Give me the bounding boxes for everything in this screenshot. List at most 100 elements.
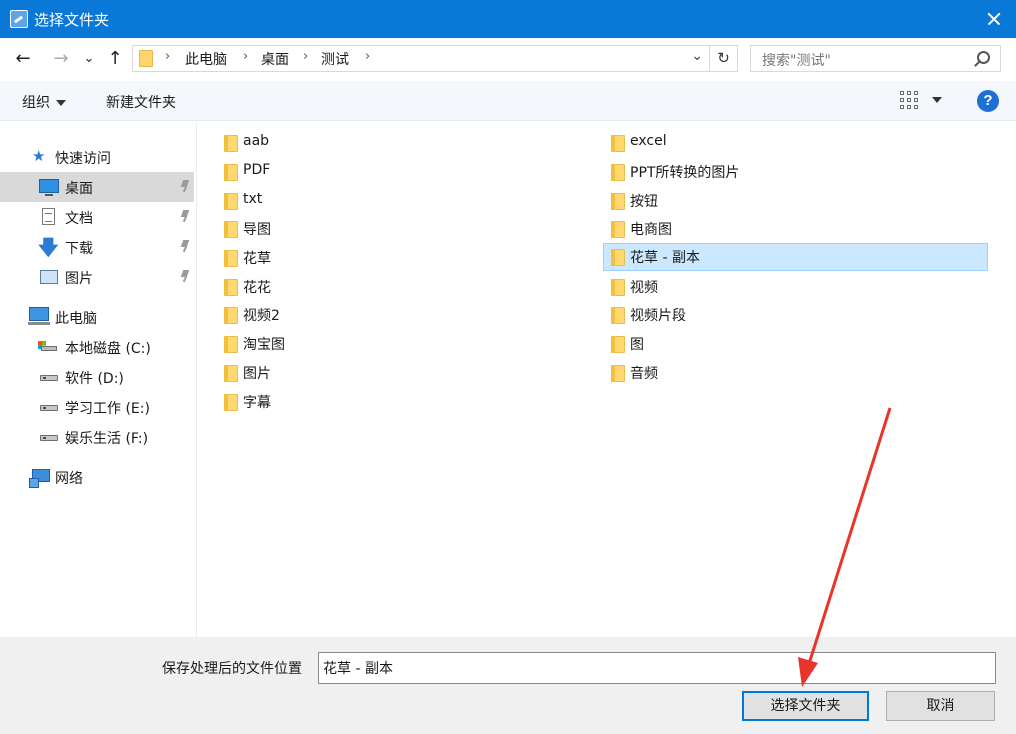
breadcrumb-test[interactable]: 测试 xyxy=(321,49,349,69)
sidebar-item-drive-e[interactable]: 学习工作 (E:) xyxy=(0,392,194,422)
navigation-pane: ★ 快速访问 桌面 文档 🡇 下载 图片 此电脑 本地磁盘 (C:) 软件 (D… xyxy=(0,122,197,637)
folder-icon xyxy=(224,250,238,267)
folder-item[interactable]: aab xyxy=(223,129,383,156)
close-icon[interactable] xyxy=(970,0,1016,38)
chevron-right-icon[interactable]: › xyxy=(243,49,248,64)
folder-icon xyxy=(611,336,625,353)
folder-item[interactable]: 字幕 xyxy=(223,388,383,415)
search-box[interactable]: 搜索"测试" xyxy=(750,45,1001,72)
folder-item[interactable]: 图 xyxy=(610,330,830,357)
breadcrumb-desktop[interactable]: 桌面 xyxy=(261,49,289,69)
sidebar-item-drive-c[interactable]: 本地磁盘 (C:) xyxy=(0,332,194,362)
computer-icon xyxy=(28,307,50,325)
folder-name: 字幕 xyxy=(243,395,271,411)
folder-name: txt xyxy=(243,191,263,207)
command-bar: 组织 新建文件夹 ? xyxy=(0,81,1016,121)
sidebar-label: 快速访问 xyxy=(55,151,111,167)
folder-item[interactable]: 按钮 xyxy=(610,187,830,214)
chevron-right-icon: › xyxy=(165,49,171,64)
pictures-icon xyxy=(40,270,58,284)
folder-name: aab xyxy=(243,133,270,149)
breadcrumb-this-pc[interactable]: 此电脑 xyxy=(185,49,227,69)
folder-item[interactable]: PPT所转换的图片 xyxy=(610,158,830,185)
sidebar-label: 学习工作 (E:) xyxy=(65,401,150,417)
network-icon xyxy=(29,469,50,488)
sidebar-item-this-pc[interactable]: 此电脑 xyxy=(0,302,194,332)
folder-name: PDF xyxy=(243,162,271,178)
pin-icon[interactable] xyxy=(180,180,190,192)
sidebar-label: 此电脑 xyxy=(55,311,97,327)
folder-item[interactable]: 音频 xyxy=(610,359,830,386)
sidebar-item-downloads[interactable]: 🡇 下载 xyxy=(0,232,194,262)
folder-item[interactable]: 导图 xyxy=(223,215,383,242)
folder-item[interactable]: 淘宝图 xyxy=(223,330,383,357)
chevron-right-icon[interactable]: › xyxy=(303,49,308,64)
folder-icon xyxy=(224,394,238,411)
organize-button[interactable]: 组织 xyxy=(22,92,66,112)
view-dropdown-icon[interactable] xyxy=(932,97,942,103)
cancel-button[interactable]: 取消 xyxy=(886,691,995,721)
folder-name: 图片 xyxy=(243,366,271,382)
folder-item[interactable]: excel xyxy=(610,129,830,156)
folder-name: 淘宝图 xyxy=(243,337,285,353)
pin-icon[interactable] xyxy=(180,270,190,282)
folder-item[interactable]: 视频片段 xyxy=(610,301,830,328)
sidebar-item-drive-d[interactable]: 软件 (D:) xyxy=(0,362,194,392)
sidebar-item-drive-f[interactable]: 娱乐生活 (F:) xyxy=(0,422,194,452)
folder-icon xyxy=(611,249,625,266)
folder-icon xyxy=(224,164,238,181)
chevron-down-icon[interactable]: ⌄ xyxy=(691,48,703,64)
folder-item[interactable]: 视频2 xyxy=(223,301,383,328)
folder-name: excel xyxy=(630,133,667,149)
folder-icon xyxy=(224,365,238,382)
folder-name: 花草 - 副本 xyxy=(630,250,700,266)
sidebar-label: 桌面 xyxy=(65,181,93,197)
folder-icon xyxy=(224,221,238,238)
sidebar-label: 图片 xyxy=(65,271,93,287)
folder-item[interactable]: 图片 xyxy=(223,359,383,386)
folder-item[interactable]: 视频 xyxy=(610,273,830,300)
folder-item[interactable]: PDF xyxy=(223,158,383,185)
folder-name: 视频片段 xyxy=(630,308,686,324)
sidebar-item-desktop[interactable]: 桌面 xyxy=(0,172,194,202)
footer-panel: 保存处理后的文件位置 花草 - 副本 选择文件夹 取消 xyxy=(0,637,1016,734)
title-bar: 选择文件夹 xyxy=(0,0,1016,38)
folder-icon xyxy=(611,221,625,238)
folder-item[interactable]: txt xyxy=(223,187,383,214)
back-button[interactable]: ← xyxy=(12,48,34,70)
star-icon: ★ xyxy=(32,147,46,165)
folder-icon xyxy=(611,193,625,210)
refresh-icon[interactable]: ↻ xyxy=(709,46,737,71)
forward-button[interactable]: → xyxy=(50,48,72,70)
up-button[interactable]: ↑ xyxy=(104,48,126,70)
sidebar-item-quick-access[interactable]: ★ 快速访问 xyxy=(0,142,194,172)
recent-locations-button[interactable]: ⌄ xyxy=(82,48,96,70)
folder-item-selected[interactable]: 花草 - 副本 xyxy=(603,243,988,271)
folder-name: 按钮 xyxy=(630,194,658,210)
location-label: 保存处理后的文件位置 xyxy=(162,661,302,677)
view-options-icon[interactable] xyxy=(900,91,918,109)
chevron-right-icon[interactable]: › xyxy=(365,49,370,64)
folder-icon xyxy=(611,365,625,382)
drive-icon xyxy=(40,435,58,441)
desktop-icon xyxy=(39,179,59,196)
pin-icon[interactable] xyxy=(180,210,190,222)
system-drive-icon xyxy=(38,341,57,351)
folder-item[interactable]: 电商图 xyxy=(610,215,830,242)
folder-name: 图 xyxy=(630,337,644,353)
location-field[interactable]: 花草 - 副本 xyxy=(318,652,996,684)
search-icon[interactable] xyxy=(977,51,990,64)
address-bar[interactable]: › 此电脑 › 桌面 › 测试 › ⌄ ↻ xyxy=(132,45,738,72)
pin-icon[interactable] xyxy=(180,240,190,252)
help-icon[interactable]: ? xyxy=(977,90,999,112)
sidebar-item-documents[interactable]: 文档 xyxy=(0,202,194,232)
new-folder-button[interactable]: 新建文件夹 xyxy=(106,92,176,112)
folder-name: 音频 xyxy=(630,366,658,382)
organize-label: 组织 xyxy=(22,95,50,111)
search-input[interactable]: 搜索"测试" xyxy=(762,50,831,70)
sidebar-item-network[interactable]: 网络 xyxy=(0,462,194,492)
folder-item[interactable]: 花花 xyxy=(223,273,383,300)
folder-item[interactable]: 花草 xyxy=(223,244,383,271)
select-folder-button[interactable]: 选择文件夹 xyxy=(742,691,869,721)
sidebar-item-pictures[interactable]: 图片 xyxy=(0,262,194,292)
